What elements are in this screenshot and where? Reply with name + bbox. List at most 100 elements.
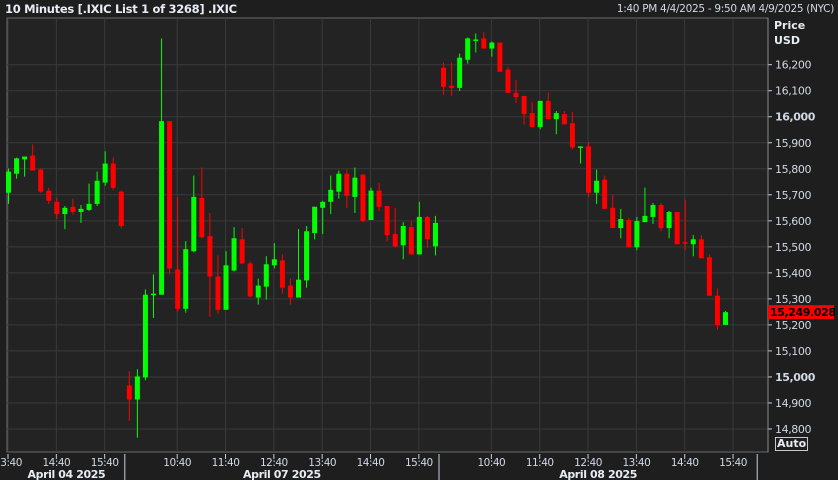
- candlestick-chart[interactable]: 16,200 16,100 16,000 15,900 15,800 15,700 15,6…: [0, 0, 838, 480]
- x-tick-label: 13:40: [0, 457, 22, 469]
- candle-body-up: [62, 207, 68, 215]
- candle-body-up: [634, 221, 640, 248]
- candle-body-down: [682, 242, 688, 244]
- candle-body-down: [513, 92, 519, 97]
- candle-body-down: [38, 169, 44, 192]
- candle-body-down: [610, 207, 616, 229]
- candle-body-down: [602, 179, 608, 209]
- candle-body-up: [94, 180, 100, 204]
- candle-body-down: [497, 42, 503, 72]
- candle-body-down: [287, 285, 293, 298]
- candle-body-down: [545, 100, 551, 120]
- y-tick-label: 16,100: [775, 85, 811, 98]
- day-label: April 07 2025: [243, 468, 321, 480]
- candle-body-down: [658, 204, 664, 229]
- candle-body-down: [714, 295, 720, 325]
- last-price-label: 15,249.028: [770, 306, 836, 319]
- candle-body-up: [142, 294, 148, 378]
- candle-body-up: [296, 279, 302, 298]
- candle-body-up: [231, 238, 237, 271]
- candle-body-up: [618, 218, 624, 229]
- candle-body-down: [207, 236, 213, 277]
- candle-body-up: [489, 42, 495, 49]
- x-tick-label: 11:40: [526, 457, 554, 469]
- candle-body-down: [569, 123, 575, 148]
- candle-body-down: [521, 95, 527, 115]
- candle-body-up: [465, 38, 471, 60]
- candle-body-down: [384, 205, 390, 236]
- candle-body-up: [86, 203, 92, 210]
- x-tick-label: 14:40: [671, 457, 699, 469]
- candle-body-up: [134, 376, 140, 400]
- candle-body-up: [577, 146, 583, 148]
- candle-body-down: [698, 239, 704, 259]
- y-tick-label: 15,100: [775, 345, 811, 358]
- candle-body-down: [441, 67, 447, 87]
- candle-body-up: [594, 180, 600, 193]
- candle-body-up: [336, 173, 342, 192]
- y-tick-label: 15,300: [775, 293, 811, 306]
- candle-body-down: [118, 191, 124, 227]
- y-tick-label: 15,000: [775, 371, 816, 384]
- candle-body-up: [666, 211, 672, 229]
- candle-body-up: [320, 201, 326, 208]
- candle-body-up: [457, 57, 463, 88]
- candle-body-up: [271, 259, 277, 266]
- candle-body-up: [255, 285, 261, 298]
- y-tick-label: 15,700: [775, 189, 811, 202]
- candle-body-up: [352, 177, 358, 197]
- y-tick-label: 16,200: [775, 59, 811, 72]
- candle-body-up: [690, 239, 696, 245]
- candle-body-down: [505, 69, 511, 93]
- candle-body-up: [642, 215, 648, 223]
- x-tick-label: 15:40: [719, 457, 747, 469]
- x-tick-label: 14:40: [357, 457, 385, 469]
- candle-body-down: [239, 239, 245, 264]
- candle-body-down: [392, 234, 398, 247]
- candle-body-up: [183, 249, 189, 309]
- candle-body-down: [279, 260, 285, 288]
- candle-body-down: [247, 263, 253, 297]
- candle-body-up: [650, 204, 656, 217]
- candle-body-up: [102, 163, 108, 183]
- y-tick-label: 15,900: [775, 137, 811, 150]
- candle-body-down: [586, 146, 592, 193]
- candle-body-down: [54, 201, 60, 215]
- candle-body-up: [14, 158, 20, 174]
- candle-body-down: [215, 276, 221, 310]
- auto-scale-button[interactable]: Auto: [775, 437, 809, 451]
- candle-body-down: [199, 197, 205, 238]
- x-tick-label: 11:40: [212, 457, 240, 469]
- y-tick-label: 15,200: [775, 319, 811, 332]
- candle-body-down: [126, 385, 132, 400]
- candle-body-up: [400, 226, 406, 246]
- candle-body-down: [167, 121, 173, 269]
- candle-body-down: [706, 257, 712, 296]
- y-tick-label: 15,600: [775, 215, 811, 228]
- candle-body-down: [674, 211, 680, 245]
- candle-body-up: [22, 156, 28, 160]
- candle-body-down: [424, 216, 430, 240]
- candle-body-down: [344, 173, 350, 196]
- candle-body-down: [70, 206, 76, 212]
- candle-body-down: [626, 220, 632, 248]
- candle-body-up: [368, 190, 374, 221]
- day-label: April 08 2025: [559, 468, 637, 480]
- x-tick-label: 15:40: [405, 457, 433, 469]
- candle-body-up: [78, 208, 84, 212]
- candle-body-down: [481, 38, 487, 49]
- x-tick-label: 10:40: [163, 457, 191, 469]
- candle-body-up: [223, 265, 229, 310]
- candle-body-up: [312, 206, 318, 234]
- candle-body-up: [304, 231, 310, 281]
- y-tick-label: 15,500: [775, 241, 811, 254]
- candle-body-up: [416, 216, 422, 255]
- candle-body-down: [376, 190, 382, 207]
- y-tick-label: 14,800: [775, 423, 811, 436]
- candle-body-up: [553, 113, 559, 120]
- candle-body-down: [30, 155, 36, 171]
- x-tick-label: 10:40: [477, 457, 505, 469]
- candle-body-up: [6, 171, 11, 193]
- candle-body-up: [191, 196, 197, 252]
- candle-body-up: [722, 312, 728, 325]
